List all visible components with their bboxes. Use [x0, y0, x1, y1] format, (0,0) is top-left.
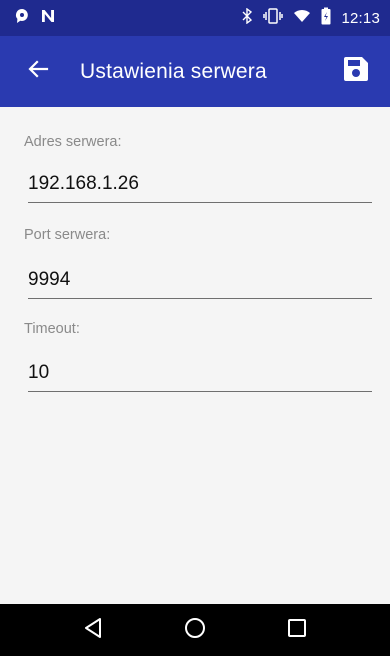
battery-icon	[321, 7, 331, 30]
status-right-icons: 12:13	[241, 7, 380, 30]
server-address-field-group: Adres serwera:	[24, 134, 372, 203]
save-button[interactable]	[332, 48, 380, 96]
arrow-back-icon	[27, 58, 49, 85]
server-address-label: Adres serwera:	[24, 134, 122, 150]
timeout-field-group: Timeout:	[24, 321, 372, 392]
home-circle-icon	[184, 617, 206, 644]
status-time: 12:13	[341, 9, 380, 27]
back-button[interactable]	[10, 44, 66, 100]
server-port-label: Port serwera:	[24, 227, 111, 243]
timeout-input[interactable]	[28, 358, 372, 392]
bluetooth-icon	[241, 7, 253, 29]
n-icon	[40, 8, 56, 29]
timeout-label: Timeout:	[24, 321, 80, 337]
server-port-field-group: Port serwera:	[24, 227, 372, 299]
navigation-bar	[0, 604, 390, 656]
wifi-icon	[293, 8, 311, 29]
page-title: Ustawienia serwera	[80, 59, 267, 83]
server-port-input[interactable]	[28, 265, 372, 299]
nav-home-button[interactable]	[171, 606, 219, 654]
back-triangle-icon	[83, 617, 103, 644]
nav-back-button[interactable]	[69, 606, 117, 654]
vibrate-icon	[263, 7, 284, 29]
recents-square-icon	[287, 618, 307, 643]
server-address-input[interactable]	[28, 169, 372, 203]
app-bar: Ustawienia serwera	[0, 36, 390, 107]
status-left-icons	[14, 8, 56, 29]
floppy-save-icon	[343, 56, 369, 87]
status-bar: 12:13	[0, 0, 390, 36]
settings-form: Adres serwera: Port serwera: Timeout:	[0, 107, 390, 604]
notification-bubble-icon	[14, 8, 30, 29]
nav-recents-button[interactable]	[273, 606, 321, 654]
